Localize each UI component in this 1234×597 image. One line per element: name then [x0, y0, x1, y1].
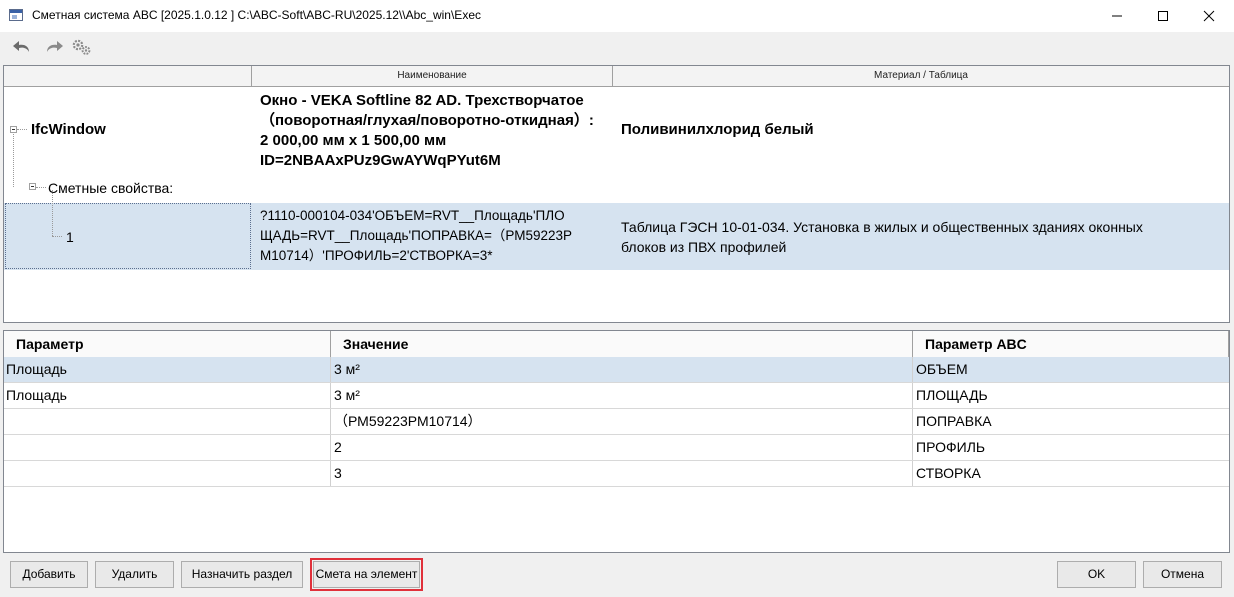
root-name-line: （поворотная/глухая/поворотно-откидная）: — [260, 112, 594, 129]
grid-header-value[interactable]: Значение — [331, 331, 913, 357]
tree-item-formula: ?1110-000104-034'ОБЪЕМ=RVT__Площадь'ПЛО … — [260, 206, 572, 266]
cell-abc[interactable]: ПЛОЩАДЬ — [913, 383, 1229, 408]
cell-param[interactable] — [4, 409, 331, 434]
formula-line: ЩАДЬ=RVT__Площадь'ПОПРАВКА=（РМ59223Р — [260, 228, 573, 243]
tree-item-table: Таблица ГЭСН 10-01-034. Установка в жилы… — [621, 217, 1143, 257]
cell-param[interactable] — [4, 461, 331, 486]
close-button[interactable] — [1186, 0, 1232, 32]
cell-value[interactable]: 2 — [331, 435, 913, 460]
tree-connector — [36, 187, 46, 188]
formula-line: М10714）'ПРОФИЛЬ=2'СТВОРКА=3* — [260, 248, 493, 263]
cell-value[interactable]: 3 — [331, 461, 913, 486]
cell-value[interactable]: 3 м² — [331, 357, 913, 382]
gears-icon[interactable] — [71, 38, 91, 56]
table-line: блоков из ПВХ профилей — [621, 239, 787, 255]
maximize-icon — [1158, 11, 1168, 21]
undo-arrow-icon[interactable] — [12, 38, 32, 56]
title-bar: Сметная система ABC [2025.1.0.12 ] C:\AB… — [0, 0, 1234, 32]
cell-abc[interactable]: ПОПРАВКА — [913, 409, 1229, 434]
cell-abc[interactable]: ПРОФИЛЬ — [913, 435, 1229, 460]
root-name-line: Окно - VEKA Softline 82 AD. Трехстворчат… — [260, 92, 584, 109]
tree-root-label[interactable]: IfcWindow — [31, 120, 106, 140]
grid-header-abc[interactable]: Параметр ABC — [913, 331, 1229, 357]
tree-header: Наименование Материал / Таблица — [4, 66, 1229, 87]
add-button[interactable]: Добавить — [10, 561, 88, 588]
app-window-icon — [9, 9, 23, 21]
element-tree[interactable]: Наименование Материал / Таблица IfcWindo… — [3, 65, 1230, 323]
table-row[interactable]: Площадь 3 м² ПЛОЩАДЬ — [4, 383, 1229, 409]
grid-header-param[interactable]: Параметр — [4, 331, 331, 357]
tree-connector — [17, 129, 27, 130]
minimize-icon — [1112, 15, 1122, 17]
tree-connector — [52, 236, 62, 237]
minimize-button[interactable] — [1094, 0, 1140, 32]
tree-header-name[interactable]: Наименование — [252, 66, 613, 86]
tree-header-material[interactable]: Материал / Таблица — [613, 66, 1229, 86]
tree-root-name: Окно - VEKA Softline 82 AD. Трехстворчат… — [260, 91, 594, 171]
estimate-element-button[interactable]: Смета на элемент — [310, 558, 423, 591]
root-name-line: 2 000,00 мм x 1 500,00 мм — [260, 132, 447, 149]
table-line: Таблица ГЭСН 10-01-034. Установка в жилы… — [621, 219, 1143, 235]
ok-button[interactable]: OK — [1057, 561, 1136, 588]
cell-param[interactable] — [4, 435, 331, 460]
cell-param[interactable]: Площадь — [4, 357, 331, 382]
collapse-group-icon[interactable] — [29, 183, 36, 190]
parameters-grid[interactable]: Параметр Значение Параметр ABC Площадь 3… — [3, 330, 1230, 553]
cell-param[interactable]: Площадь — [4, 383, 331, 408]
table-row[interactable]: （РМ59223РМ10714） ПОПРАВКА — [4, 409, 1229, 435]
formula-line: ?1110-000104-034'ОБЪЕМ=RVT__Площадь'ПЛО — [260, 208, 565, 223]
cell-value[interactable]: （РМ59223РМ10714） — [331, 409, 913, 434]
window-title: Сметная система ABC [2025.1.0.12 ] C:\AB… — [32, 8, 481, 22]
toolbar — [0, 32, 1234, 62]
table-row[interactable]: 2 ПРОФИЛЬ — [4, 435, 1229, 461]
grid-header: Параметр Значение Параметр ABC — [4, 331, 1229, 358]
assign-section-button[interactable]: Назначить раздел — [181, 561, 303, 588]
tree-item-label[interactable]: 1 — [66, 227, 74, 247]
table-row[interactable]: Площадь 3 м² ОБЪЕМ — [4, 357, 1229, 383]
tree-item-focus — [5, 203, 251, 269]
cell-abc[interactable]: СТВОРКА — [913, 461, 1229, 486]
tree-group-label[interactable]: Сметные свойства: — [48, 178, 173, 198]
tree-header-blank[interactable] — [4, 66, 252, 86]
root-name-line: ID=2NBAAxPUz9GwAYWqPYut6M — [260, 152, 501, 169]
collapse-root-icon[interactable] — [10, 126, 17, 133]
maximize-button[interactable] — [1140, 0, 1186, 32]
tree-root-material: Поливинилхлорид белый — [621, 121, 814, 138]
tree-connector — [52, 190, 53, 236]
cell-value[interactable]: 3 м² — [331, 383, 913, 408]
tree-connector — [13, 134, 14, 187]
cancel-button[interactable]: Отмена — [1143, 561, 1222, 588]
table-row[interactable]: 3 СТВОРКА — [4, 461, 1229, 487]
cell-abc[interactable]: ОБЪЕМ — [913, 357, 1229, 382]
delete-button[interactable]: Удалить — [95, 561, 174, 588]
redo-arrow-icon[interactable] — [44, 38, 64, 56]
close-icon — [1203, 10, 1215, 22]
